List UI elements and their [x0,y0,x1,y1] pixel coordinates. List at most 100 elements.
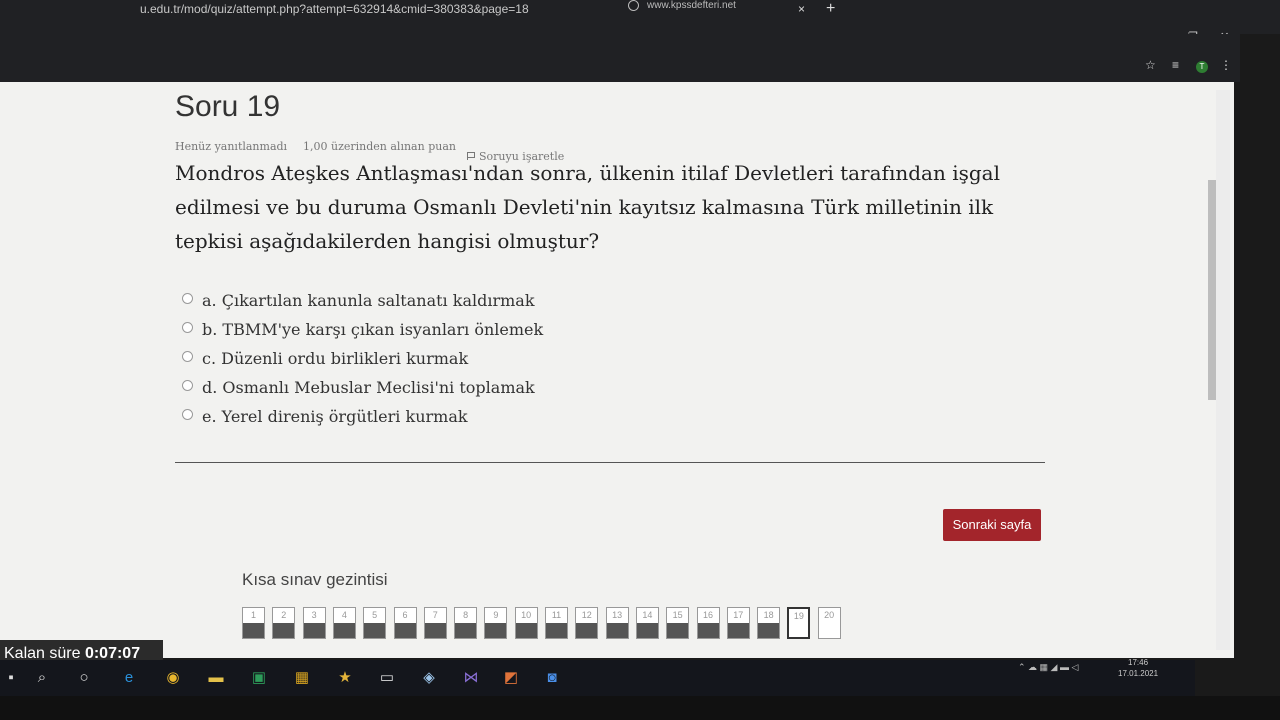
chrome-icon[interactable]: ◉ [162,668,184,688]
radio-button[interactable] [182,322,193,333]
next-page-button[interactable]: Sonraki sayfa [943,509,1041,541]
option-label[interactable]: b. TBMM'ye karşı çıkan isyanları önlemek [202,320,543,339]
quiz-nav-status-fill [636,623,658,638]
quiz-nav-status-fill [576,623,598,638]
quiz-nav-number: 4 [341,610,347,620]
url-text: mod/quiz/attempt.php?attempt=632914&cmid… [184,2,529,16]
quiz-nav-button-13[interactable]: 13 [605,607,629,639]
terminal-icon[interactable]: ▭ [376,668,398,688]
quiz-nav-status-fill [697,623,719,638]
screen-bezel [0,696,1280,720]
quiz-nav-button-3[interactable]: 3 [302,607,326,639]
quiz-nav-number: 14 [642,610,653,620]
quiz-nav-button-20[interactable]: 20 [817,607,841,639]
quiz-nav-button-10[interactable]: 10 [514,607,538,639]
scrollbar-thumb[interactable] [1208,180,1216,400]
clock-date: 17.01.2021 [1118,669,1159,678]
question-status: Henüz yanıtlanmadı [175,140,288,153]
tab-close-button[interactable]: × [798,2,805,16]
quiz-nav-number: 5 [372,610,378,620]
quiz-nav-button-8[interactable]: 8 [454,607,478,639]
box-icon[interactable]: ◈ [418,668,440,688]
quiz-nav-status-fill [485,623,507,638]
quiz-nav-status-fill [667,623,689,638]
excel-icon[interactable]: ▣ [248,668,270,688]
quiz-nav-number: 1 [250,610,256,620]
option-label[interactable]: a. Çıkartılan kanunla saltanatı kaldırma… [202,291,535,310]
quiz-nav-button-18[interactable]: 18 [757,607,781,639]
quiz-nav-number: 16 [702,610,713,620]
windows-icon[interactable]: ▪ [0,668,22,688]
answer-option-d[interactable]: d. Osmanlı Mebuslar Meclisi'ni toplamak [182,378,535,397]
radio-button[interactable] [182,351,193,362]
quiz-nav-number: 11 [551,610,562,620]
answer-option-e[interactable]: e. Yerel direniş örgütleri kurmak [182,407,468,426]
quiz-nav-number: 19 [793,611,804,621]
new-tab-button[interactable]: + [826,0,835,18]
profile-avatar[interactable]: T [1196,61,1208,73]
quiz-nav-button-12[interactable]: 12 [575,607,599,639]
quiz-nav-status-fill [364,623,386,638]
quiz-nav-number: 10 [521,610,532,620]
quiz-nav-number: 2 [281,610,287,620]
url-prefix: u.edu.tr/ [140,2,185,16]
quiz-nav-number: 18 [763,610,774,620]
address-bar[interactable]: u.edu.tr/mod/quiz/attempt.php?attempt=63… [140,2,529,16]
quiz-nav-button-15[interactable]: 15 [666,607,690,639]
sublime-icon[interactable]: ◩ [500,668,522,688]
quiz-nav-status-fill [333,623,355,638]
question-points: 1,00 üzerinden alınan puan [303,140,456,153]
quiz-nav-status-fill [546,623,567,638]
option-label[interactable]: e. Yerel direniş örgütleri kurmak [202,407,468,426]
search-icon[interactable]: ⌕ [31,668,53,688]
quiz-nav-button-9[interactable]: 9 [484,607,508,639]
reading-list-icon[interactable]: ≡ [1172,58,1179,72]
answer-option-a[interactable]: a. Çıkartılan kanunla saltanatı kaldırma… [182,291,535,310]
star-app-icon[interactable]: ★ [334,668,356,688]
quiz-nav-button-5[interactable]: 5 [363,607,387,639]
quiz-nav-button-7[interactable]: 7 [423,607,447,639]
answer-option-b[interactable]: b. TBMM'ye karşı çıkan isyanları önlemek [182,320,543,339]
radio-button[interactable] [182,293,193,304]
edge-icon[interactable]: e [118,668,140,688]
quiz-nav-status-fill [243,623,264,638]
quiz-nav-button-4[interactable]: 4 [332,607,356,639]
option-label[interactable]: d. Osmanlı Mebuslar Meclisi'ni toplamak [202,378,535,397]
cortana-icon[interactable]: ○ [73,668,95,688]
quiz-nav-status-fill [727,623,749,638]
quiz-nav-button-2[interactable]: 2 [272,607,296,639]
radio-button[interactable] [182,409,193,420]
star-icon[interactable]: ☆ [1145,58,1156,72]
quiz-nav-button-17[interactable]: 17 [726,607,750,639]
quiz-nav-status-fill [424,623,446,638]
quiz-nav-button-19[interactable]: 19 [787,607,811,639]
file-explorer-icon[interactable]: ▬ [205,668,227,688]
clock[interactable]: 17:46 17.01.2021 [1118,657,1158,679]
quiz-nav-number: 7 [432,610,438,620]
quiz-nav-button-6[interactable]: 6 [393,607,417,639]
quiz-nav-number: 17 [733,610,744,620]
quiz-nav-button-11[interactable]: 11 [545,607,568,639]
visual-studio-icon[interactable]: ⋈ [460,668,482,688]
option-label[interactable]: c. Düzenli ordu birlikleri kurmak [202,349,468,368]
quiz-nav-number: 9 [493,610,499,620]
browser-toolbar [0,34,1240,82]
radio-button[interactable] [182,380,193,391]
quiz-nav-button-1[interactable]: 1 [242,607,265,639]
quiz-nav-button-14[interactable]: 14 [635,607,659,639]
browser-tab[interactable]: www.kpssdefteri.net [628,0,818,14]
quiz-nav-status-fill [606,623,628,638]
clock-time: 17:46 [1128,658,1149,667]
system-tray[interactable]: ⌃ ☁ ▦ ◢ ▬ ◁ [1018,662,1078,673]
zoom-icon[interactable]: ◙ [541,668,563,688]
scrollbar-track[interactable] [1216,90,1230,650]
quiz-navigation-title: Kısa sınav gezintisi [242,570,388,589]
photos-icon[interactable]: ▦ [291,668,313,688]
answer-option-c[interactable]: c. Düzenli ordu birlikleri kurmak [182,349,468,368]
quiz-nav-button-16[interactable]: 16 [696,607,720,639]
quiz-nav-status-fill [273,623,295,638]
quiz-nav-status-fill [455,623,477,638]
divider [175,462,1045,463]
menu-icon[interactable]: ⋮ [1220,58,1232,72]
question-text: Mondros Ateşkes Antlaşması'ndan sonra, ü… [175,161,1000,253]
